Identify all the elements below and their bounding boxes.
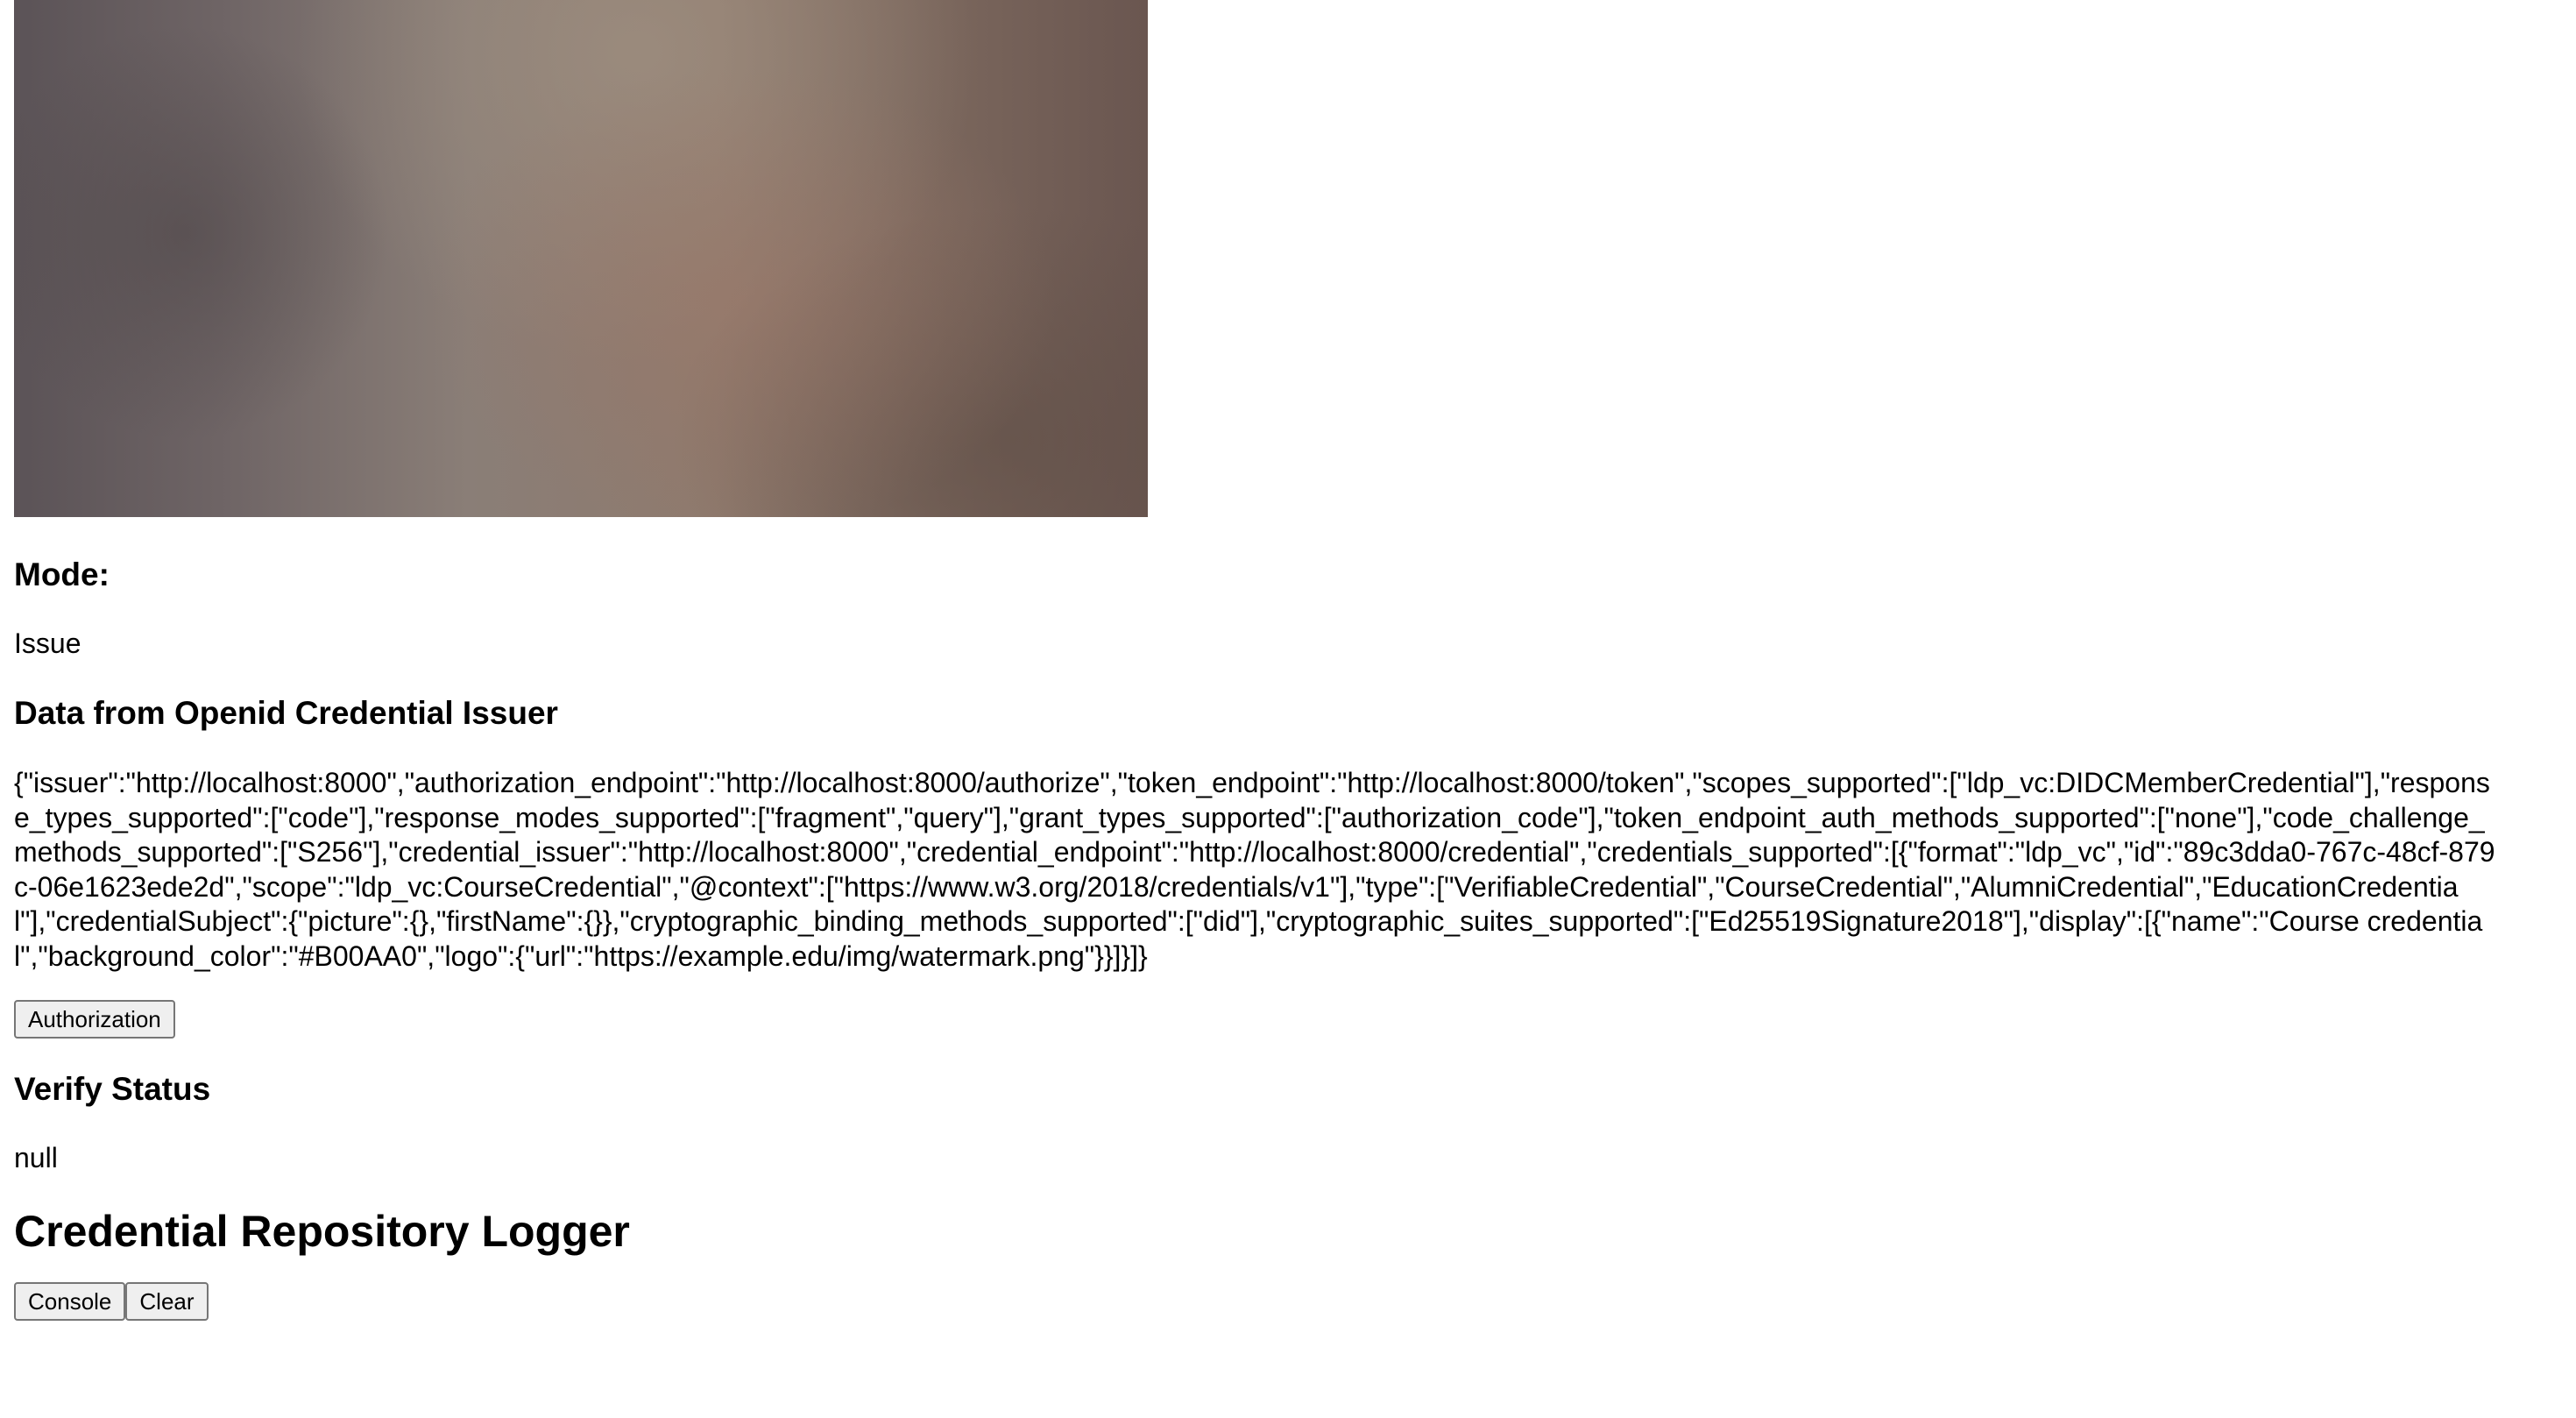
issuer-metadata-json: {"issuer":"http://localhost:8000","autho… xyxy=(14,767,2495,972)
verify-status-value: null xyxy=(14,1142,58,1173)
mode-heading: Mode: xyxy=(14,557,110,592)
logger-toolbar: Console Clear xyxy=(14,1282,2546,1321)
mode-value: Issue xyxy=(14,627,81,659)
issuer-data-heading: Data from Openid Credential Issuer xyxy=(14,695,558,731)
console-button[interactable]: Console xyxy=(14,1282,126,1321)
page-content: Mode: Issue Data from Openid Credential … xyxy=(14,0,2546,1321)
authorization-button[interactable]: Authorization xyxy=(14,1000,175,1039)
camera-video-feed xyxy=(14,0,1148,517)
verify-status-heading: Verify Status xyxy=(14,1071,211,1107)
logger-heading: Credential Repository Logger xyxy=(14,1207,630,1256)
clear-button[interactable]: Clear xyxy=(125,1282,209,1321)
